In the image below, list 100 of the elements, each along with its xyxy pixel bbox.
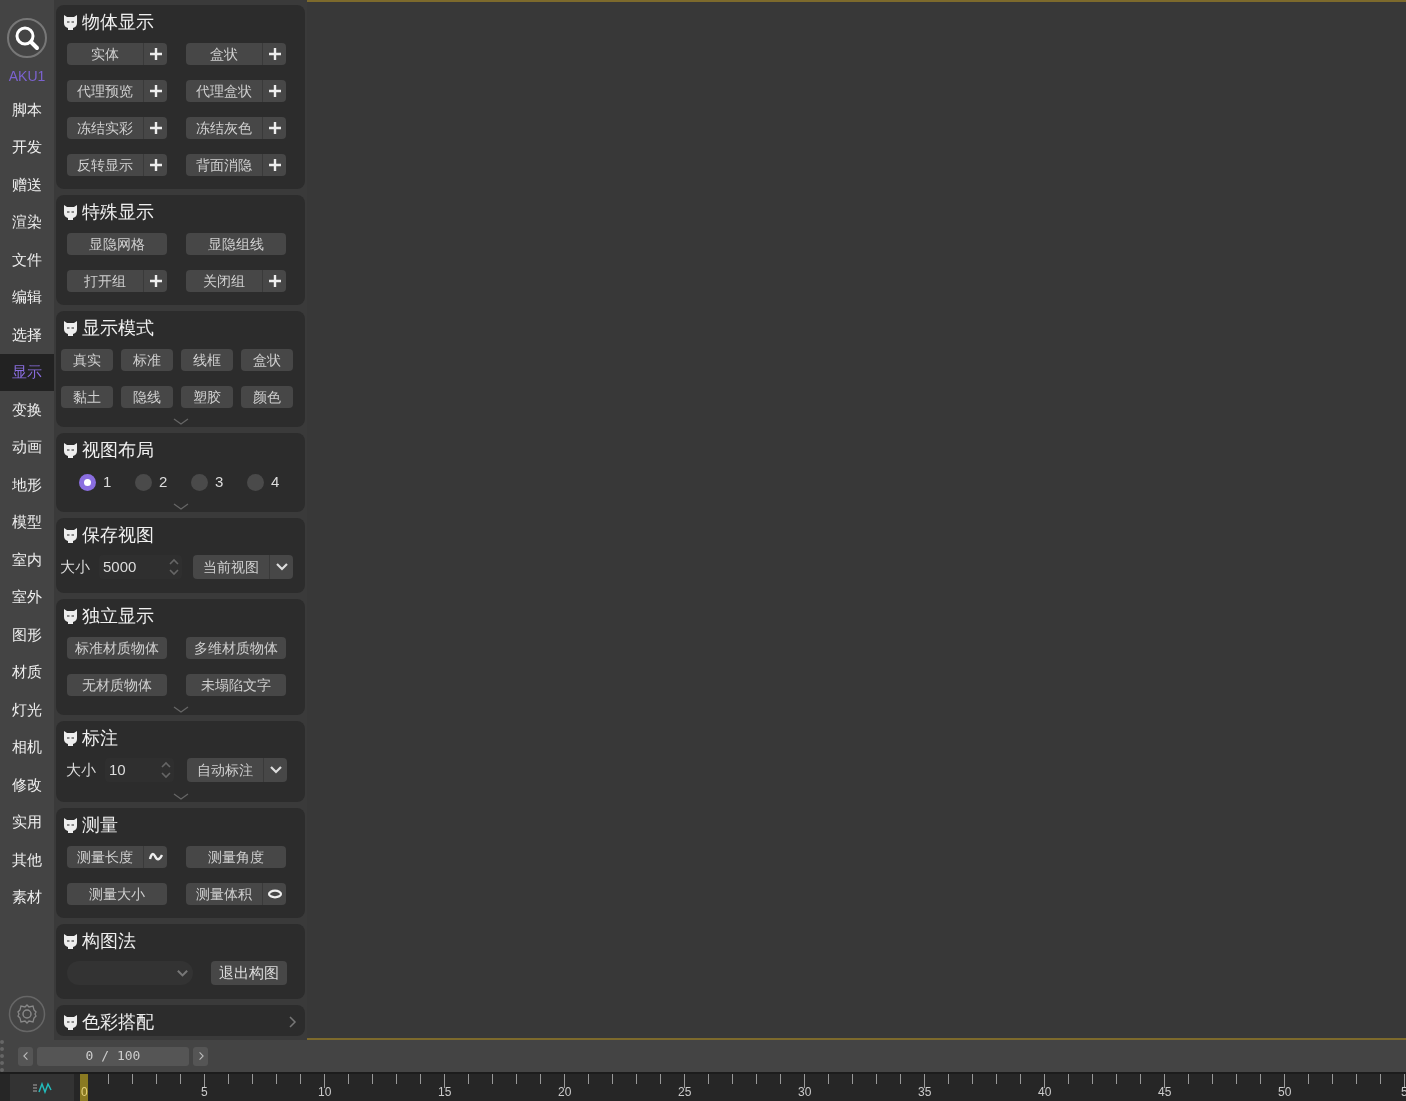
ring-icon	[266, 889, 283, 899]
frame-number: 30	[798, 1086, 812, 1098]
radio-button[interactable]	[191, 473, 208, 491]
sidebar-item[interactable]: 相机	[0, 728, 54, 766]
plus-icon	[148, 158, 163, 172]
sidebar-item[interactable]: 实用	[0, 803, 54, 841]
display-button[interactable]: 代理盒状	[186, 80, 286, 102]
sidebar-item[interactable]: 脚本	[0, 91, 54, 129]
mode-button[interactable]: 标准	[121, 349, 173, 371]
section-title: 独立显示	[82, 604, 155, 628]
display-button[interactable]: 盒状	[186, 43, 286, 65]
size-label: 大小	[66, 759, 97, 780]
section-title: 测量	[82, 813, 119, 837]
view-dropdown[interactable]: 自动标注	[187, 758, 287, 782]
sidebar-item[interactable]: 地形	[0, 466, 54, 504]
mascot-icon	[63, 1014, 78, 1030]
brand-label: AKU1	[8, 67, 46, 86]
plus-icon	[148, 121, 163, 135]
sidebar-item[interactable]: 开发	[0, 128, 54, 166]
sidebar-item[interactable]: 赠送	[0, 166, 54, 204]
sidebar-item[interactable]: 材质	[0, 653, 54, 691]
display-button[interactable]: 未塌陷文字	[186, 674, 286, 696]
section-title: 视图布局	[82, 438, 155, 462]
display-button[interactable]: 冻结灰色	[186, 117, 286, 139]
mascot-icon	[63, 730, 78, 746]
mode-button[interactable]: 真实	[61, 349, 113, 371]
radio-button[interactable]	[247, 473, 264, 491]
sidebar-item[interactable]: 显示	[0, 353, 54, 391]
radio-button[interactable]	[135, 473, 152, 491]
section-title: 物体显示	[82, 10, 155, 34]
sidebar-item[interactable]: 模型	[0, 503, 54, 541]
display-button[interactable]: 反转显示	[67, 154, 167, 176]
sidebar-item[interactable]: 文件	[0, 241, 54, 279]
spinner-icon	[168, 557, 180, 577]
display-button[interactable]: 冻结实彩	[67, 117, 167, 139]
curve-icon[interactable]	[32, 1081, 52, 1094]
display-button[interactable]: 测量角度	[186, 846, 286, 868]
plus-icon	[148, 84, 163, 98]
frame-number: 0	[81, 1086, 88, 1098]
sidebar-item[interactable]: 素材	[0, 878, 54, 916]
exit-button[interactable]: 退出构图	[211, 961, 287, 985]
sidebar-item[interactable]: 灯光	[0, 691, 54, 729]
expand-icon[interactable]	[172, 793, 189, 801]
search-icon[interactable]	[6, 17, 48, 59]
playhead[interactable]	[80, 1074, 88, 1101]
previous-button[interactable]	[18, 1046, 33, 1066]
display-button[interactable]: 显隐网格	[67, 233, 167, 255]
expand-icon[interactable]	[172, 706, 189, 714]
frame-number: 20	[558, 1086, 572, 1098]
radio-button[interactable]	[79, 473, 96, 491]
sidebar-item[interactable]: 选择	[0, 316, 54, 354]
plus-icon	[267, 274, 282, 288]
sidebar-item[interactable]: 渲染	[0, 203, 54, 241]
view-dropdown[interactable]: 当前视图	[193, 555, 293, 579]
display-button[interactable]: 关闭组	[186, 270, 286, 292]
display-button[interactable]: 测量体积	[186, 883, 286, 905]
mode-button[interactable]: 颜色	[241, 386, 293, 408]
expand-icon[interactable]	[172, 418, 189, 426]
next-button[interactable]	[193, 1046, 208, 1066]
plus-icon	[148, 274, 163, 288]
display-button[interactable]: 实体	[67, 43, 167, 65]
display-button[interactable]: 显隐组线	[186, 233, 286, 255]
sidebar-item[interactable]: 室外	[0, 578, 54, 616]
mode-button[interactable]: 线框	[181, 349, 233, 371]
frame-number: 40	[1038, 1086, 1052, 1098]
radio-label: 4	[271, 471, 280, 492]
mode-button[interactable]: 隐线	[121, 386, 173, 408]
display-button[interactable]: 测量大小	[67, 883, 167, 905]
mode-button[interactable]: 黏土	[61, 386, 113, 408]
radio-label: 1	[103, 471, 112, 492]
display-button[interactable]: 背面消隐	[186, 154, 286, 176]
section-title: 构图法	[82, 929, 137, 953]
plus-icon	[267, 158, 282, 172]
display-button[interactable]: 测量长度	[67, 846, 167, 868]
display-button[interactable]: 打开组	[67, 270, 167, 292]
sidebar-item[interactable]: 室内	[0, 541, 54, 579]
sidebar-item[interactable]: 动画	[0, 428, 54, 466]
mode-button[interactable]: 塑胶	[181, 386, 233, 408]
mascot-icon	[63, 527, 78, 543]
sidebar-item[interactable]: 其他	[0, 841, 54, 879]
sidebar-item[interactable]: 变换	[0, 391, 54, 429]
sidebar-item[interactable]: 图形	[0, 616, 54, 654]
display-button[interactable]: 代理预览	[67, 80, 167, 102]
mode-button[interactable]: 盒状	[241, 349, 293, 371]
mascot-icon	[63, 320, 78, 336]
expand-icon[interactable]	[172, 503, 189, 511]
sidebar-item[interactable]: 编辑	[0, 278, 54, 316]
settings-icon[interactable]	[8, 995, 46, 1033]
mascot-icon	[63, 817, 78, 833]
plus-icon	[148, 47, 163, 61]
mascot-icon	[63, 204, 78, 220]
sidebar-item[interactable]: 修改	[0, 766, 54, 804]
display-button[interactable]: 无材质物体	[67, 674, 167, 696]
section-title: 标注	[82, 726, 119, 750]
display-button[interactable]: 标准材质物体	[67, 637, 167, 659]
frame-field[interactable]: 0 / 100	[37, 1046, 189, 1066]
display-button[interactable]: 多维材质物体	[186, 637, 286, 659]
mascot-icon	[63, 14, 78, 30]
frame-number: 10	[318, 1086, 332, 1098]
plus-icon	[267, 121, 282, 135]
